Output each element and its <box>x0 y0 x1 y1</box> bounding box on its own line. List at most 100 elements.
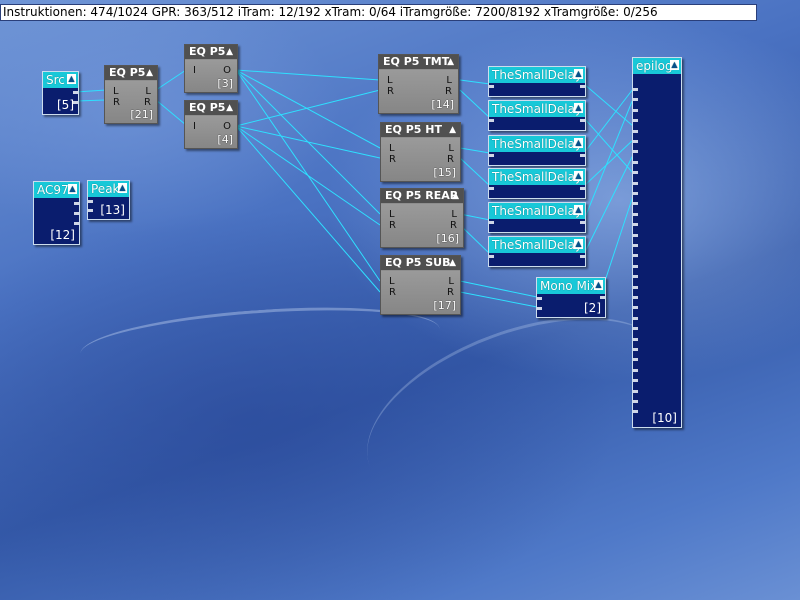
collapse-arrow-icon[interactable]: ▲ <box>594 280 603 290</box>
input-pin[interactable] <box>633 379 638 383</box>
input-port-label[interactable]: R <box>389 220 396 231</box>
small-delay-block-1[interactable]: TheSmallDelay ▲ <box>488 66 586 97</box>
input-port-label[interactable]: I <box>193 65 196 76</box>
collapse-arrow-icon[interactable]: ▲ <box>574 69 583 79</box>
output-port-label[interactable]: L <box>448 143 454 154</box>
input-pin[interactable] <box>489 255 494 258</box>
collapse-arrow-icon[interactable]: ▲ <box>574 138 583 148</box>
output-port-label[interactable]: O <box>223 121 231 132</box>
collapse-arrow-icon[interactable]: ▲ <box>118 183 127 193</box>
block-title[interactable]: TheSmallDelay ▲ <box>489 237 585 253</box>
input-port-label[interactable]: L <box>387 75 393 86</box>
collapse-arrow-icon[interactable]: ▲ <box>67 74 76 84</box>
input-port-label[interactable]: L <box>389 143 395 154</box>
block-title[interactable]: Src ▲ <box>43 72 78 88</box>
block-title[interactable]: epilog ▲ <box>633 58 681 74</box>
input-pin[interactable] <box>633 119 638 123</box>
collapse-arrow-icon[interactable]: ▲ <box>574 171 583 181</box>
eq-p5-rear-block[interactable]: EQ P5 REAR ▲ L R L R [16] <box>380 188 464 248</box>
input-pin[interactable] <box>633 296 638 299</box>
output-pin[interactable] <box>600 296 605 299</box>
input-pin[interactable] <box>633 98 638 102</box>
input-pin[interactable] <box>537 307 542 310</box>
input-pin[interactable] <box>633 337 638 341</box>
collapse-arrow-icon[interactable]: ▲ <box>226 45 233 59</box>
block-title[interactable]: TheSmallDelay ▲ <box>489 169 585 185</box>
output-port-label[interactable]: R <box>445 86 452 97</box>
output-port-label[interactable]: L <box>448 276 454 287</box>
input-pin[interactable] <box>633 316 638 320</box>
input-pin[interactable] <box>489 187 494 190</box>
output-port-label[interactable]: L <box>451 209 457 220</box>
eq-p5-tmt-block[interactable]: EQ P5 TMT ▲ L R L R [14] <box>378 54 459 114</box>
mono-mix-block[interactable]: Mono Mix ▲ [2] <box>536 277 606 318</box>
input-port-label[interactable]: L <box>113 86 119 97</box>
input-pin[interactable] <box>633 181 638 185</box>
collapse-arrow-icon[interactable]: ▲ <box>449 256 456 270</box>
collapse-arrow-icon[interactable]: ▲ <box>574 103 583 113</box>
input-pin[interactable] <box>633 160 638 164</box>
input-port-label[interactable]: I <box>193 121 196 132</box>
input-pin[interactable] <box>489 221 494 224</box>
output-pin[interactable] <box>580 187 585 190</box>
block-title[interactable]: EQ P5 ▲ <box>185 45 237 59</box>
output-port-label[interactable]: R <box>144 97 151 108</box>
block-title[interactable]: TheSmallDelay ▲ <box>489 101 585 117</box>
input-pin[interactable] <box>633 108 638 112</box>
eq-p5-3-block[interactable]: EQ P5 ▲ I O [3] <box>184 44 238 93</box>
eq-p5-21-block[interactable]: EQ P5 ▲ L R L R [21] <box>104 65 158 124</box>
input-pin[interactable] <box>633 389 638 393</box>
collapse-arrow-icon[interactable]: ▲ <box>574 205 583 215</box>
collapse-arrow-icon[interactable]: ▲ <box>226 101 233 115</box>
input-pin[interactable] <box>537 297 542 300</box>
input-port-label[interactable]: R <box>389 287 396 298</box>
ac97-block[interactable]: AC97 ▲ [12] <box>33 181 80 245</box>
collapse-arrow-icon[interactable]: ▲ <box>146 66 153 80</box>
input-pin[interactable] <box>633 400 638 403</box>
input-pin[interactable] <box>633 129 638 133</box>
block-title[interactable]: AC97 ▲ <box>34 182 79 198</box>
input-pin[interactable] <box>633 233 638 237</box>
block-title[interactable]: EQ P5 ▲ <box>105 66 157 80</box>
input-pin[interactable] <box>633 140 638 143</box>
input-pin[interactable] <box>633 368 638 372</box>
output-pin[interactable] <box>580 255 585 258</box>
input-pin[interactable] <box>633 244 638 247</box>
input-pin[interactable] <box>633 202 638 206</box>
small-delay-block-5[interactable]: TheSmallDelay ▲ <box>488 202 586 233</box>
output-port-label[interactable]: L <box>446 75 452 86</box>
input-pin[interactable] <box>489 154 494 157</box>
block-title[interactable]: EQ P5 SUB ▲ <box>381 256 460 270</box>
output-pin[interactable] <box>74 222 79 225</box>
input-port-label[interactable]: L <box>389 276 395 287</box>
small-delay-block-3[interactable]: TheSmallDelay ▲ <box>488 135 586 166</box>
block-title[interactable]: EQ P5 TMT ▲ <box>379 55 458 69</box>
block-title[interactable]: Mono Mix ▲ <box>537 278 605 294</box>
output-pin[interactable] <box>74 212 79 215</box>
peak-block[interactable]: Peak ▲ [13] <box>87 180 130 220</box>
output-pin[interactable] <box>74 202 79 205</box>
input-port-label[interactable]: L <box>389 209 395 220</box>
input-pin[interactable] <box>88 200 93 203</box>
input-pin[interactable] <box>633 348 638 351</box>
eq-p5-sub-block[interactable]: EQ P5 SUB ▲ L R L R [17] <box>380 255 461 315</box>
input-pin[interactable] <box>633 275 638 279</box>
input-pin[interactable] <box>633 223 638 227</box>
input-pin[interactable] <box>633 150 638 154</box>
collapse-arrow-icon[interactable]: ▲ <box>574 239 583 249</box>
input-pin[interactable] <box>633 358 638 362</box>
output-pin[interactable] <box>580 85 585 88</box>
output-pin[interactable] <box>580 119 585 122</box>
block-title[interactable]: Peak ▲ <box>88 181 129 197</box>
output-pin[interactable] <box>580 154 585 157</box>
block-title[interactable]: EQ P5 ▲ <box>185 101 237 115</box>
output-port-label[interactable]: R <box>447 287 454 298</box>
input-pin[interactable] <box>633 192 638 195</box>
input-pin[interactable] <box>633 88 638 91</box>
input-pin[interactable] <box>489 119 494 122</box>
block-title[interactable]: TheSmallDelay ▲ <box>489 203 585 219</box>
small-delay-block-4[interactable]: TheSmallDelay ▲ <box>488 168 586 199</box>
input-pin[interactable] <box>633 327 638 331</box>
output-port-label[interactable]: O <box>223 65 231 76</box>
input-pin[interactable] <box>88 209 93 212</box>
